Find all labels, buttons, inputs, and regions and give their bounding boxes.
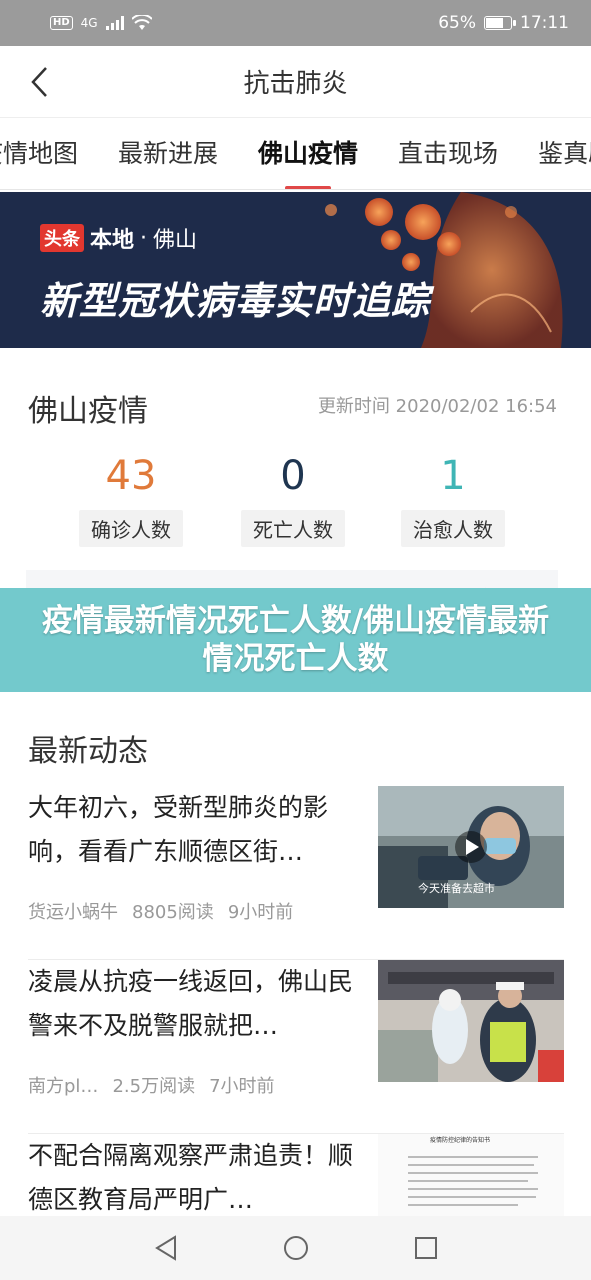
square-recents-icon: [414, 1237, 437, 1259]
hd-indicator: HD: [50, 16, 73, 30]
tab-fact-check[interactable]: 鉴真辟谣: [538, 118, 591, 189]
nav-header: 抗击肺炎: [0, 46, 591, 118]
news-thumbnail-image[interactable]: [378, 960, 564, 1082]
stat-confirmed: 43 确诊人数: [76, 452, 186, 547]
tab-live-scene[interactable]: 直击现场: [398, 118, 498, 189]
overlay-text: 疫情最新情况死亡人数/佛山疫情最新情况死亡人数: [41, 603, 550, 677]
back-nav-button[interactable]: [151, 1233, 181, 1263]
death-count: 0: [280, 453, 306, 499]
wifi-icon: [131, 15, 152, 30]
status-bar: HD 4G 65% 17:11: [0, 0, 591, 46]
confirmed-count: 43: [105, 453, 157, 499]
news-item[interactable]: 大年初六，受新型肺炎的影响，看看广东顺德区街… 货运小蜗牛 8805阅读 9小时…: [28, 786, 564, 960]
news-source: 货运小蜗牛: [28, 902, 118, 923]
police-photo: [378, 960, 564, 1082]
news-item[interactable]: 凌晨从抗疫一线返回，佛山民警来不及脱警服就把… 南方pl… 2.5万阅读 7小时…: [28, 960, 564, 1134]
news-time: 7小时前: [209, 1076, 275, 1097]
news-meta: 南方pl… 2.5万阅读 7小时前: [28, 1072, 275, 1098]
tab-bar: 疫情地图 最新进展 佛山疫情 直击现场 鉴真辟谣: [0, 118, 591, 190]
news-title: 凌晨从抗疫一线返回，佛山民警来不及脱警服就把…: [28, 967, 354, 1040]
tab-latest-progress[interactable]: 最新进展: [118, 118, 218, 189]
stat-recovered: 1 治愈人数: [398, 452, 508, 547]
tab-foshan-epidemic[interactable]: 佛山疫情: [258, 118, 358, 189]
update-time: 更新时间 2020/02/02 16:54: [317, 396, 557, 417]
page-title: 抗击肺炎: [243, 69, 348, 99]
chevron-left-icon: [31, 67, 47, 97]
confirmed-label: 确诊人数: [79, 510, 183, 547]
status-left: HD 4G: [50, 15, 152, 31]
battery-icon: [484, 16, 516, 30]
brand-separator: ·: [140, 225, 148, 251]
status-right: 65% 17:11: [438, 13, 569, 33]
thumb-caption: 今天准备去超市: [418, 881, 495, 895]
news-thumbnail-video[interactable]: 今天准备去超市: [378, 786, 564, 908]
clock: 17:11: [520, 13, 569, 33]
back-button[interactable]: [24, 66, 56, 98]
signal-icon: [105, 16, 124, 30]
death-label: 死亡人数: [241, 510, 345, 547]
news-meta: 货运小蜗牛 8805阅读 9小时前: [28, 898, 293, 924]
banner-brand: 头条 本地 · 佛山: [40, 222, 197, 254]
stat-deaths: 0 死亡人数: [238, 452, 348, 547]
network-indicator: 4G: [80, 16, 98, 30]
news-title: 不配合隔离观察严肃追责！顺德区教育局严明广…: [28, 1141, 354, 1214]
news-title: 大年初六，受新型肺炎的影响，看看广东顺德区街…: [28, 793, 329, 866]
news-time: 9小时前: [227, 902, 294, 923]
brand-local: 本地: [90, 228, 135, 253]
doc-heading: 疫情防控纪律的告知书: [430, 1136, 490, 1144]
video-thumbnail-image: 今天准备去超市: [378, 786, 564, 908]
triangle-back-icon: [154, 1235, 176, 1261]
recents-nav-button[interactable]: [411, 1233, 441, 1263]
circle-home-icon: [283, 1236, 308, 1260]
news-source: 南方pl…: [28, 1076, 99, 1097]
brand-city: 佛山: [153, 228, 198, 253]
stats-title: 佛山疫情: [28, 394, 148, 429]
news-reads: 8805阅读: [132, 902, 214, 923]
recovered-count: 1: [440, 453, 466, 499]
battery-percent: 65%: [438, 13, 476, 33]
banner[interactable]: 头条 本地 · 佛山 新型冠状病毒实时追踪: [0, 192, 591, 348]
tab-epidemic-map[interactable]: 疫情地图: [0, 118, 78, 189]
news-reads: 2.5万阅读: [112, 1076, 196, 1097]
news-section-title: 最新动态: [28, 734, 148, 769]
banner-headline: 新型冠状病毒实时追踪: [40, 279, 431, 323]
system-nav-bar: [0, 1216, 591, 1280]
recovered-label: 治愈人数: [401, 510, 505, 547]
home-nav-button[interactable]: [281, 1233, 311, 1263]
toutiao-badge: 头条: [40, 224, 84, 252]
overlay-caption: 疫情最新情况死亡人数/佛山疫情最新情况死亡人数: [0, 588, 591, 692]
